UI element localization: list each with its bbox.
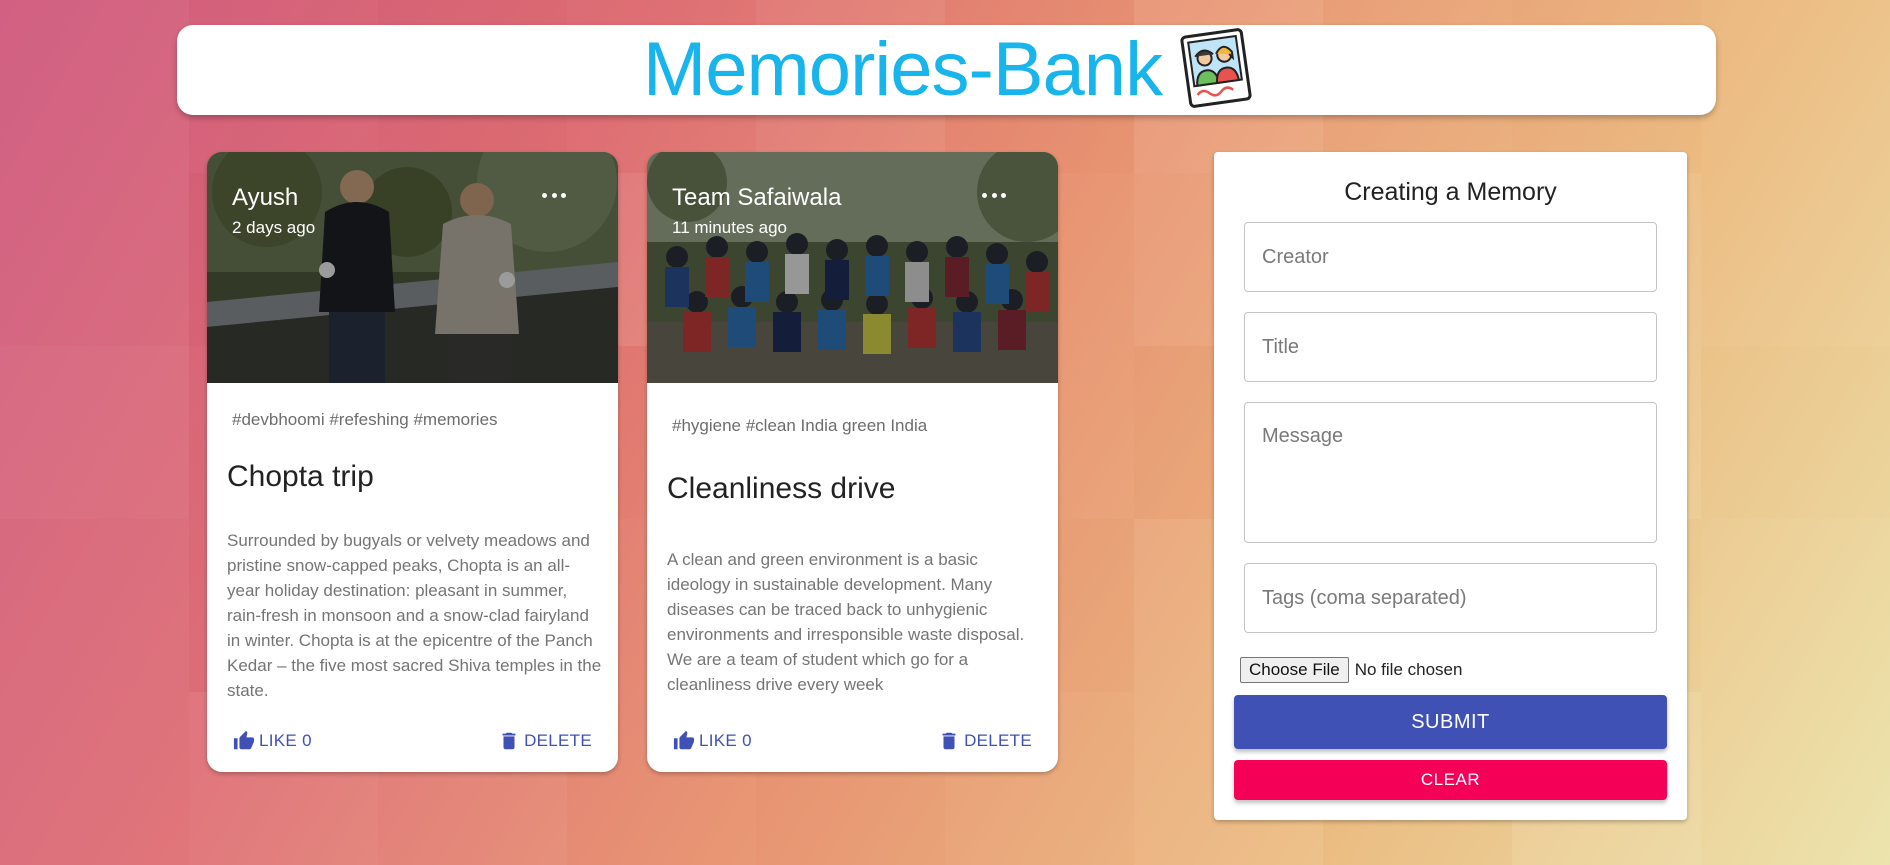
trash-icon (502, 732, 516, 750)
file-picker: Choose File No file chosen (1240, 657, 1462, 683)
post-title: Cleanliness drive (667, 472, 896, 505)
creator-input[interactable] (1244, 222, 1657, 292)
file-status: No file chosen (1354, 660, 1463, 679)
message-input[interactable] (1244, 402, 1657, 543)
post-tags: #devbhoomi #refeshing #memories (232, 410, 498, 429)
like-button[interactable]: LIKE 0 (233, 730, 312, 752)
memory-image: Ayush 2 days ago (207, 152, 618, 383)
post-message: Surrounded by bugyals or velvety meadows… (227, 531, 602, 700)
app-header: Memories-Bank (177, 25, 1716, 115)
delete-label: DELETE (524, 731, 592, 750)
like-button[interactable]: LIKE 0 (673, 730, 752, 752)
clear-button[interactable]: CLEAR (1234, 760, 1667, 800)
post-message: A clean and green environment is a basic… (667, 550, 1025, 694)
photo-memories-icon (1180, 28, 1252, 108)
delete-label: DELETE (964, 731, 1032, 750)
post-title: Chopta trip (227, 460, 374, 493)
post-time: 11 minutes ago (672, 218, 787, 237)
like-label: LIKE 0 (259, 731, 312, 750)
choose-file-button[interactable]: Choose File (1240, 657, 1349, 683)
like-label: LIKE 0 (699, 731, 752, 750)
post-creator: Ayush (232, 184, 299, 211)
delete-button[interactable]: DELETE (938, 730, 1032, 752)
post-time: 2 days ago (232, 218, 316, 237)
app-title: Memories-Bank (642, 27, 1163, 112)
memory-card: Team Safaiwala 11 minutes ago #hygiene #… (647, 152, 1058, 772)
trash-icon (942, 732, 956, 750)
create-memory-form: Creating a Memory Choose File No file ch… (1214, 152, 1687, 820)
tags-input[interactable] (1244, 563, 1657, 633)
more-options-icon[interactable] (982, 190, 1006, 200)
more-options-icon[interactable] (542, 190, 566, 200)
post-creator: Team Safaiwala (672, 184, 842, 211)
submit-button[interactable]: SUBMIT (1234, 695, 1667, 749)
thumb-up-icon (233, 730, 255, 750)
post-tags: #hygiene #clean India green India (672, 416, 928, 435)
title-input[interactable] (1244, 312, 1657, 382)
memory-card: Ayush 2 days ago #devbhoomi #refeshing #… (207, 152, 618, 772)
memory-image: Team Safaiwala 11 minutes ago (647, 152, 1058, 383)
thumb-up-icon (673, 730, 695, 750)
delete-button[interactable]: DELETE (498, 730, 592, 752)
form-heading: Creating a Memory (1344, 178, 1557, 206)
